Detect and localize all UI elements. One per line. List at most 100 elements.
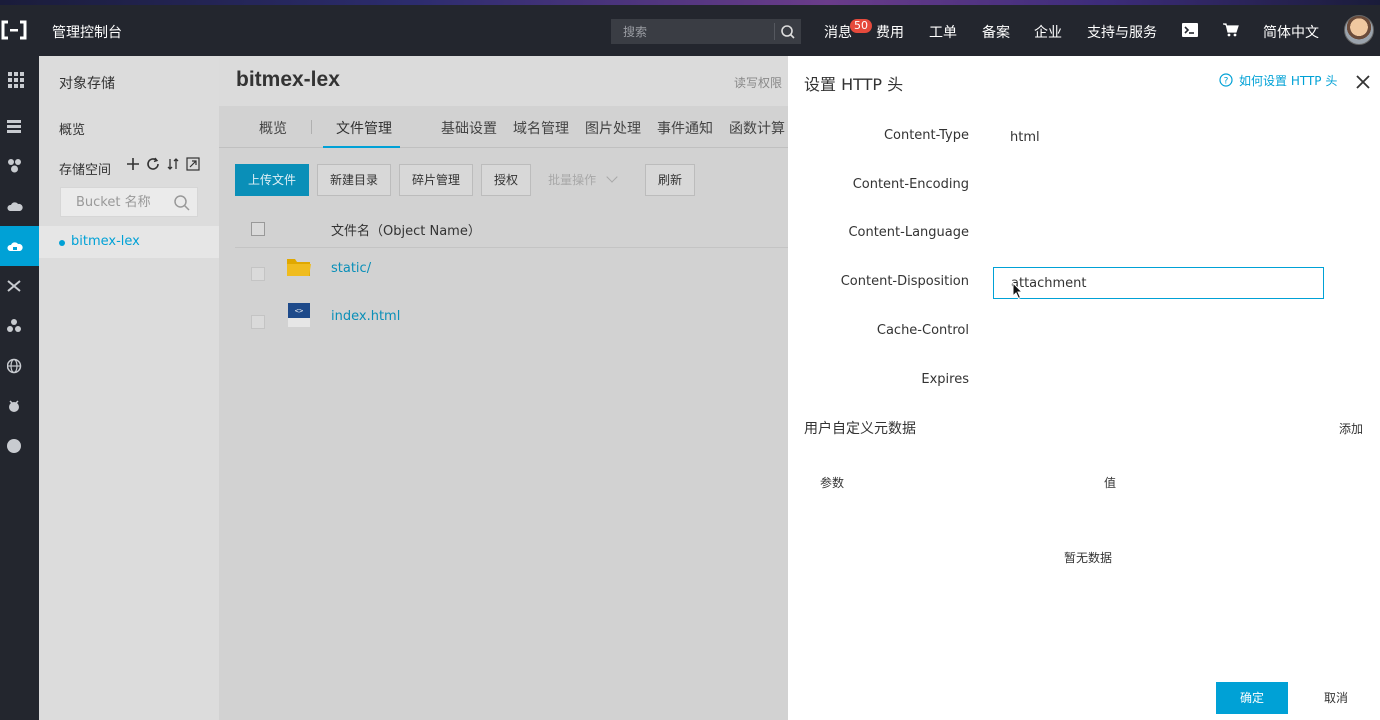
nav-language[interactable]: 简体中文: [1263, 22, 1319, 42]
page-title: bitmex-lex: [236, 68, 340, 91]
permission-label: 读写权限: [734, 76, 783, 90]
rail-ecs[interactable]: [0, 106, 39, 146]
expires-label: Expires: [921, 372, 969, 387]
add-bucket-icon[interactable]: [126, 157, 140, 171]
tab-domain-management[interactable]: 域名管理: [513, 118, 569, 138]
nav-support[interactable]: 支持与服务: [1087, 22, 1157, 42]
table-row[interactable]: <> index.html: [235, 298, 788, 346]
empty-state-text: 暂无数据: [1064, 551, 1113, 565]
new-directory-button[interactable]: 新建目录: [317, 164, 391, 196]
batch-operation-dropdown[interactable]: 批量操作: [543, 164, 621, 196]
custom-metadata-title: 用户自定义元数据: [804, 421, 916, 437]
tab-overview[interactable]: 概览: [259, 118, 287, 138]
grid-icon: [8, 72, 24, 88]
rail-globe[interactable]: [0, 346, 39, 386]
bucket-main-content: bitmex-lex 读写权限 概览 文件管理 基础设置 域名管理 图片处理 事…: [219, 56, 788, 720]
search-icon[interactable]: [173, 194, 191, 212]
tab-basic-settings[interactable]: 基础设置: [441, 118, 497, 138]
batch-operation-label: 批量操作: [548, 173, 597, 187]
close-icon[interactable]: [1355, 74, 1371, 90]
bucket-dot-icon: [59, 240, 65, 246]
rail-oss[interactable]: [0, 226, 39, 266]
network-icon: [8, 159, 21, 173]
nav-enterprise[interactable]: 企业: [1034, 22, 1062, 42]
row-checkbox[interactable]: [251, 315, 265, 329]
content-disposition-input[interactable]: [994, 268, 1323, 298]
svg-text:?: ?: [1224, 77, 1229, 87]
search-icon[interactable]: [780, 24, 796, 40]
fragment-management-button[interactable]: 碎片管理: [399, 164, 473, 196]
circle-icon: [7, 439, 21, 453]
tab-file-management[interactable]: 文件管理: [336, 118, 392, 138]
tab-function-compute[interactable]: 函数计算: [729, 118, 785, 138]
content-disposition-field[interactable]: [993, 267, 1324, 299]
row-checkbox[interactable]: [251, 267, 265, 281]
content-language-label: Content-Language: [848, 225, 969, 240]
console-title[interactable]: 管理控制台: [52, 22, 122, 42]
top-navigation-bar: 管理控制台 消息 50 费用 工单 备案 企业 支持与服务 简体中文: [0, 0, 1380, 56]
top-accent-stripe: [0, 0, 1380, 5]
sidebar-item-bucket[interactable]: bitmex-lex: [39, 226, 219, 258]
nav-tickets[interactable]: 工单: [929, 22, 957, 42]
tab-divider: [311, 120, 312, 134]
file-table-header: 文件名（Object Name）: [235, 212, 788, 248]
sidebar-item-overview[interactable]: 概览: [59, 119, 85, 138]
rail-cloud[interactable]: [0, 186, 39, 226]
rail-security[interactable]: [0, 386, 39, 426]
oss-icon: [7, 242, 23, 251]
active-tab-indicator: [323, 146, 400, 148]
http-header-panel: 设置 HTTP 头 ? 如何设置 HTTP 头 Content-Type htm…: [788, 56, 1380, 720]
nav-billing[interactable]: 费用: [876, 22, 904, 42]
global-search[interactable]: [611, 19, 801, 44]
bucket-search[interactable]: [60, 187, 198, 217]
confirm-button[interactable]: 确定: [1216, 682, 1288, 714]
upload-file-button[interactable]: 上传文件: [235, 164, 309, 196]
rail-shuffle[interactable]: [0, 266, 39, 306]
add-metadata-button[interactable]: 添加: [1339, 420, 1363, 437]
rail-network[interactable]: [0, 146, 39, 186]
bucket-search-input[interactable]: [61, 188, 171, 216]
cache-control-label: Cache-Control: [876, 323, 969, 338]
select-all-checkbox[interactable]: [251, 222, 265, 236]
messages-badge: 50: [850, 19, 872, 33]
sort-icon[interactable]: [166, 157, 180, 171]
bug-icon: [9, 400, 19, 412]
user-avatar[interactable]: [1344, 15, 1374, 45]
terminal-icon[interactable]: [1182, 23, 1198, 37]
help-icon[interactable]: ?: [1219, 73, 1233, 87]
cancel-button[interactable]: 取消: [1312, 682, 1360, 714]
html-file-icon: <>: [288, 303, 310, 327]
search-input[interactable]: [612, 20, 772, 43]
file-name[interactable]: static/: [331, 261, 371, 276]
bucket-tabs: 概览 文件管理 基础设置 域名管理 图片处理 事件通知 函数计算: [219, 106, 788, 148]
folder-icon: [287, 259, 311, 276]
cloud-icon: [7, 202, 23, 211]
column-param: 参数: [820, 476, 845, 490]
file-name[interactable]: index.html: [331, 309, 400, 324]
column-file-name[interactable]: 文件名（Object Name）: [331, 220, 481, 239]
aliyun-logo-icon[interactable]: [0, 18, 28, 42]
sidebar-title: 对象存储: [59, 76, 115, 92]
refresh-icon[interactable]: [146, 157, 160, 171]
tab-event-notification[interactable]: 事件通知: [657, 118, 713, 138]
refresh-button[interactable]: 刷新: [645, 164, 695, 196]
search-separator: [774, 23, 775, 40]
panel-title: 设置 HTTP 头: [804, 75, 904, 94]
expand-icon[interactable]: [186, 157, 200, 171]
rail-more[interactable]: [0, 426, 39, 466]
nav-messages[interactable]: 消息: [824, 22, 852, 42]
help-link[interactable]: 如何设置 HTTP 头: [1239, 72, 1337, 89]
authorize-button[interactable]: 授权: [481, 164, 531, 196]
oss-sidebar: 对象存储 概览 存储空间 bitmex-lex: [39, 56, 219, 720]
rail-products[interactable]: [0, 60, 39, 100]
server-icon: [7, 120, 21, 133]
shuffle-icon: [7, 280, 21, 292]
rail-cluster[interactable]: [0, 306, 39, 346]
table-row[interactable]: static/: [235, 250, 788, 298]
content-type-value[interactable]: html: [1010, 130, 1040, 145]
nav-icp[interactable]: 备案: [982, 22, 1010, 42]
cart-icon[interactable]: [1223, 23, 1239, 37]
tab-image-processing[interactable]: 图片处理: [585, 118, 641, 138]
product-icon-rail: [0, 56, 39, 720]
bucket-header: bitmex-lex 读写权限: [219, 56, 788, 106]
